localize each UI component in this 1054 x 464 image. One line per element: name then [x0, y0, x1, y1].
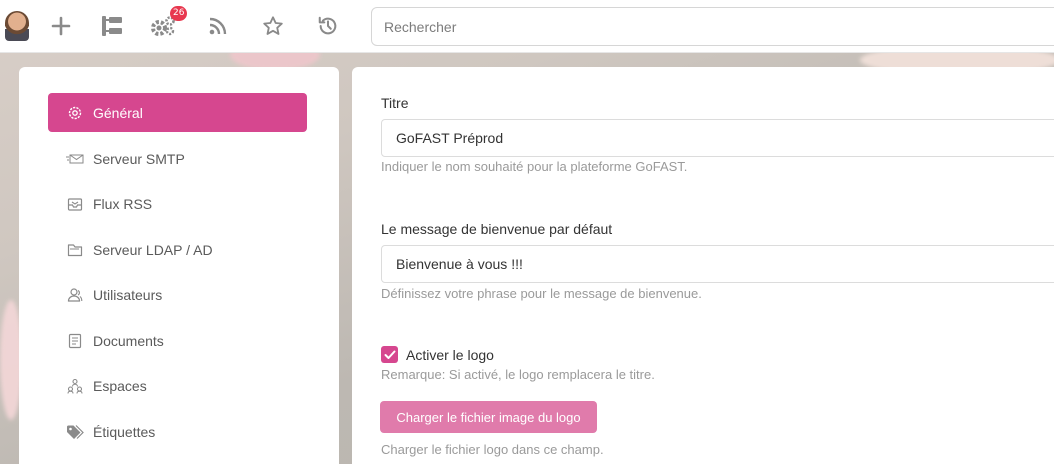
welcome-message-input[interactable] — [381, 245, 1054, 283]
sidebar-item-label: Utilisateurs — [93, 286, 163, 303]
star-icon[interactable] — [259, 12, 287, 40]
sidebar-item-tags[interactable]: Étiquettes — [48, 412, 307, 451]
users-icon — [66, 286, 84, 304]
settings-sidebar: Général Serveur SMTP Flux RSS Serveur LD… — [19, 67, 339, 464]
title-help-text: Indiquer le nom souhaité pour la platefo… — [381, 159, 688, 174]
sidebar-item-users[interactable]: Utilisateurs — [48, 275, 307, 314]
welcome-message-label: Le message de bienvenue par défaut — [381, 221, 613, 237]
sidebar-item-label: Général — [93, 104, 143, 121]
spaces-icon — [66, 377, 84, 395]
sidebar-item-label: Étiquettes — [93, 423, 156, 440]
sidebar-item-label: Serveur SMTP — [93, 150, 185, 167]
tags-icon — [66, 423, 84, 441]
sidebar-item-label: Serveur LDAP / AD — [93, 241, 213, 258]
rss-icon[interactable] — [204, 12, 232, 40]
settings-form-card: Titre Indiquer le nom souhaité pour la p… — [352, 67, 1054, 464]
notification-badge: 26 — [170, 6, 188, 21]
sidebar-item-ldap[interactable]: Serveur LDAP / AD — [48, 230, 307, 269]
title-input[interactable] — [381, 119, 1054, 157]
folder-icon — [66, 241, 84, 259]
plus-icon[interactable] — [47, 12, 75, 40]
upload-logo-button[interactable]: Charger le fichier image du logo — [380, 401, 597, 433]
search-input[interactable] — [371, 7, 1054, 46]
sidebar-item-rss[interactable]: Flux RSS — [48, 184, 307, 223]
document-icon — [66, 332, 84, 350]
upload-help-text: Charger le fichier logo dans ce champ. — [381, 442, 604, 457]
sidebar-item-label: Espaces — [93, 377, 147, 394]
sidebar-item-smtp[interactable]: Serveur SMTP — [48, 139, 307, 178]
sidebar-item-label: Documents — [93, 332, 164, 349]
top-bar: 26 — [0, 0, 1054, 53]
sidebar-item-general[interactable]: Général — [48, 93, 307, 132]
tree-icon[interactable] — [98, 12, 126, 40]
checkmark-icon — [384, 350, 395, 359]
history-icon[interactable] — [314, 12, 342, 40]
logo-checkbox-label[interactable]: Activer le logo — [406, 347, 494, 363]
inbox-icon — [66, 195, 84, 213]
sidebar-item-label: Flux RSS — [93, 195, 153, 212]
logo-checkbox[interactable] — [381, 346, 398, 363]
envelope-icon — [66, 150, 84, 168]
logo-remark-text: Remarque: Si activé, le logo remplacera … — [381, 367, 655, 382]
welcome-message-help-text: Définissez votre phrase pour le message … — [381, 286, 702, 301]
gear-outline-icon — [66, 104, 84, 122]
sidebar-item-spaces[interactable]: Espaces — [48, 366, 307, 405]
title-label: Titre — [381, 95, 409, 111]
user-avatar[interactable] — [5, 11, 29, 41]
sidebar-item-documents[interactable]: Documents — [48, 321, 307, 360]
